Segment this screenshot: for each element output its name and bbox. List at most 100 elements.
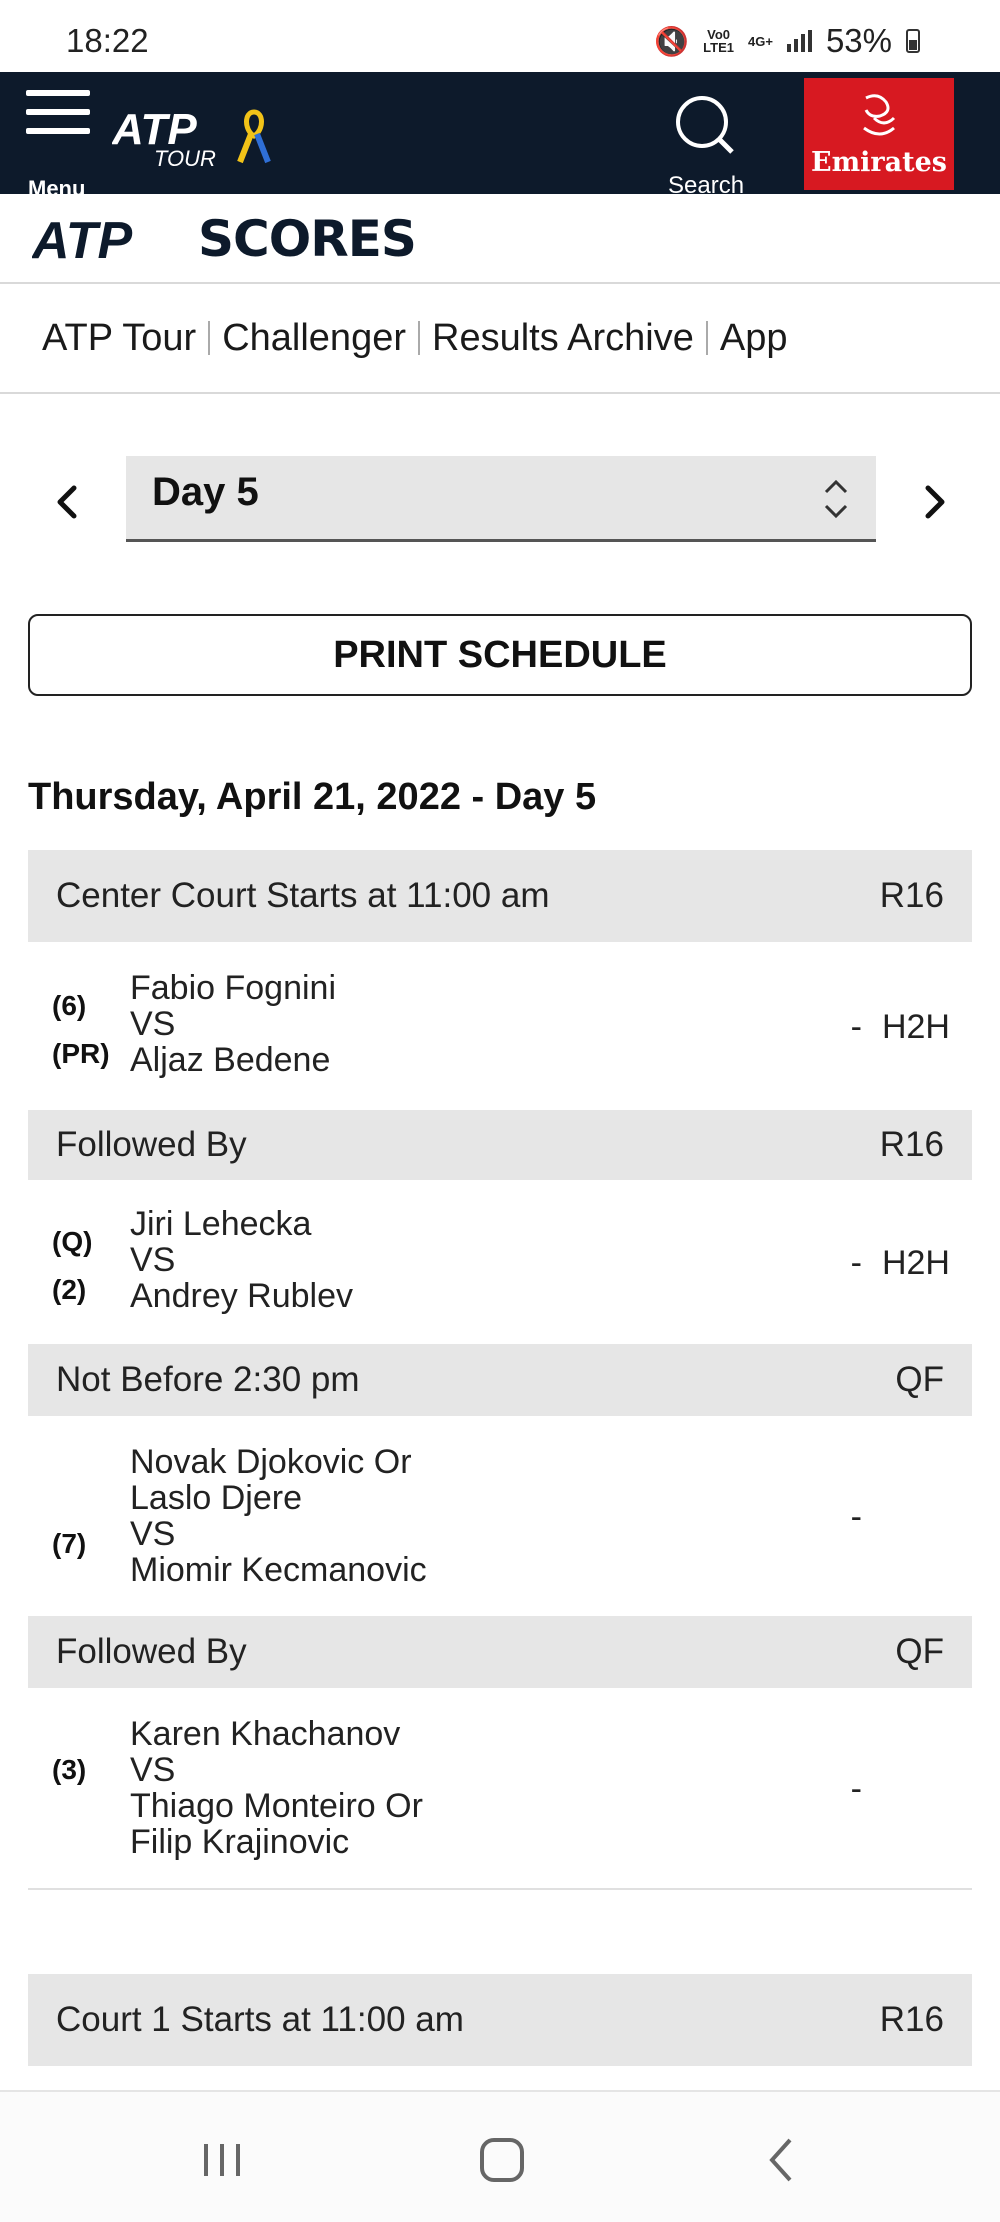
player-name[interactable]: Filip Krajinovic [130,1824,423,1860]
top-header: Menu ATP TOUR Search Emirates [0,72,1000,201]
tour-logo-text: TOUR [154,146,216,171]
player-name[interactable]: Karen Khachanov [130,1716,423,1752]
seed-label: (2) [52,1274,87,1305]
block-header: Followed By R16 [28,1110,972,1180]
battery-percent: 53% [825,22,892,59]
tab-challenger[interactable]: Challenger [222,317,406,360]
vs-label: VS [130,1005,176,1043]
atp-logo-icon: ATP TOUR [111,105,271,171]
battery-icon [906,29,920,53]
player-name[interactable]: Novak Djokovic Or [130,1444,427,1480]
hamburger-icon [26,90,96,134]
home-button[interactable] [472,2132,532,2188]
player-name[interactable]: Andrey Rublev [130,1278,353,1314]
player-name[interactable]: Miomir Kecmanovic [130,1552,427,1588]
score-placeholder: - [850,1008,862,1046]
round-label: QF [895,1360,944,1399]
match-players: Jiri Lehecka VS Andrey Rublev [130,1206,353,1314]
search-button[interactable]: Search [660,92,750,199]
score-placeholder: - [850,1498,862,1536]
schedule-date-heading: Thursday, April 21, 2022 - Day 5 [28,776,597,818]
match-players: Novak Djokovic Or Laslo Djere VS Miomir … [130,1444,427,1588]
chevron-right-icon [925,485,945,519]
network-gen-icon: 4G+ [748,33,773,49]
match-players: Karen Khachanov VS Thiago Monteiro Or Fi… [130,1716,423,1860]
system-nav-bar [0,2090,1000,2222]
back-icon [769,2138,792,2182]
block-header-label: Not Before 2:30 pm [56,1360,360,1399]
vs-label: VS [130,1751,176,1789]
atp-scores-logo[interactable]: ATP [32,212,202,272]
match-row[interactable]: (6) (PR) Fabio Fognini VS Aljaz Bedene -… [28,942,972,1110]
search-icon [676,96,734,154]
match-row[interactable]: (Q) (2) Jiri Lehecka VS Andrey Rublev - … [28,1180,972,1344]
seed-label: (6) [52,990,87,1021]
scores-bar: ATP SCORES [0,194,1000,284]
match-row[interactable]: (3) Karen Khachanov VS Thiago Monteiro O… [28,1688,972,1888]
court-header-label: Center Court Starts at 11:00 am [56,876,550,915]
emirates-calligraphy-icon [863,94,896,136]
status-bar: 18:22 🔇 Vo0 LTE1 4G+ 53% [0,0,1000,72]
round-label: R16 [879,876,944,915]
player-name[interactable]: Aljaz Bedene [130,1042,336,1078]
match-players: Fabio Fognini VS Aljaz Bedene [130,970,336,1078]
seed-label: (7) [52,1528,87,1559]
up-down-chevron-icon [824,479,848,519]
player-name[interactable]: Thiago Monteiro Or [130,1788,423,1824]
day-select[interactable]: Day 5 [126,456,876,542]
previous-day-button[interactable] [48,482,88,522]
tab-app[interactable]: App [720,317,788,360]
block-header-label: Followed By [56,1632,247,1671]
section-divider [28,1888,972,1890]
menu-button[interactable]: Menu [26,90,96,201]
block-header-label: Followed By [56,1125,247,1164]
seed-label: (PR) [52,1038,110,1069]
day-selector-row: Day 5 [0,452,1000,542]
nav-divider [418,321,420,355]
player-name[interactable]: Fabio Fognini [130,970,336,1006]
scores-title: SCORES [198,210,417,268]
scores-nav: ATP Tour Challenger Results Archive App [0,284,1000,394]
recent-apps-icon [204,2144,240,2176]
nav-divider [208,321,211,355]
tab-results-archive[interactable]: Results Archive [432,317,694,360]
h2h-link[interactable]: H2H [882,1008,950,1047]
status-time: 18:22 [66,22,149,59]
round-label: R16 [879,1125,944,1164]
next-day-button[interactable] [914,482,954,522]
emirates-label: Emirates [811,147,947,178]
recent-apps-button[interactable] [192,2132,252,2188]
score-placeholder: - [850,1244,862,1282]
status-icons: 🔇 Vo0 LTE1 4G+ 53% [654,22,920,60]
atp-tour-logo[interactable]: ATP TOUR [111,102,282,172]
emirates-sponsor[interactable]: Emirates [804,78,954,190]
print-schedule-button[interactable]: PRINT SCHEDULE [28,614,972,696]
round-label: R16 [879,2000,944,2039]
score-placeholder: - [850,1770,862,1808]
volte-icon: Vo0 LTE1 [703,28,734,54]
lte-label: LTE1 [703,40,734,55]
player-name[interactable]: Laslo Djere [130,1480,427,1516]
court-header: Center Court Starts at 11:00 am R16 [28,850,972,942]
nav-divider [705,321,708,355]
signal-icon [786,30,812,52]
chevron-left-icon [57,485,77,519]
ribbon-icon [237,109,271,164]
day-select-value: Day 5 [152,470,259,514]
round-label: QF [895,1632,944,1671]
block-header: Followed By QF [28,1616,972,1688]
court-header: Court 1 Starts at 11:00 am R16 [28,1974,972,2066]
player-name[interactable]: Jiri Lehecka [130,1206,353,1242]
seed-label: (Q) [52,1226,93,1257]
back-button[interactable] [752,2132,812,2188]
court-header-label: Court 1 Starts at 11:00 am [56,2000,464,2039]
h2h-link[interactable]: H2H [882,1244,950,1283]
mute-icon: 🔇 [654,25,690,57]
match-row[interactable]: (7) Novak Djokovic Or Laslo Djere VS Mio… [28,1416,972,1616]
tab-atp-tour[interactable]: ATP Tour [42,317,196,360]
vs-label: VS [130,1241,176,1279]
home-icon [480,2138,524,2182]
seed-label: (3) [52,1754,87,1785]
atp-scores-logo-text: ATP [32,212,132,270]
vs-label: VS [130,1515,176,1553]
